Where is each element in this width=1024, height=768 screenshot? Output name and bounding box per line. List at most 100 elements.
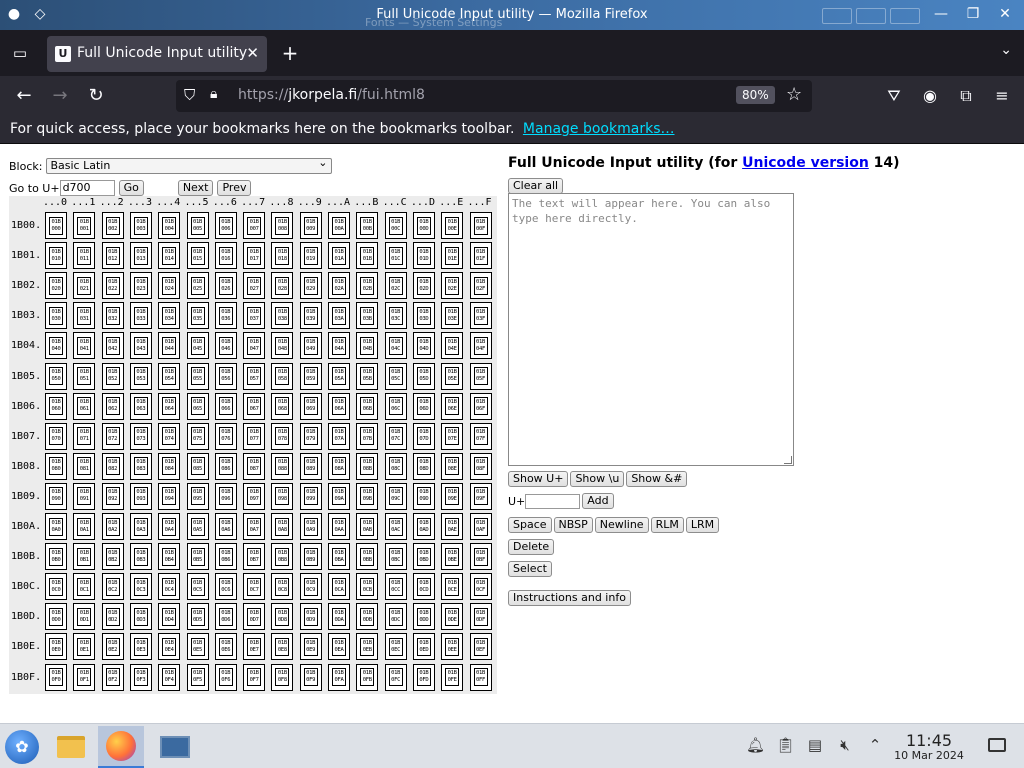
character-cell[interactable]: 01B 001 bbox=[73, 212, 96, 239]
character-cell[interactable]: 01B 0AC bbox=[384, 513, 407, 540]
character-cell[interactable]: 01B 0DC bbox=[384, 603, 407, 631]
character-cell[interactable]: 01B 05E bbox=[441, 362, 464, 390]
character-cell[interactable]: 01B 0E4 bbox=[158, 633, 181, 661]
character-cell[interactable]: 01B 05B bbox=[356, 362, 379, 390]
volume-muted-icon[interactable]: 🔇︎ bbox=[836, 736, 854, 754]
unicode-version-link[interactable]: Unicode version bbox=[742, 155, 869, 171]
character-cell[interactable]: 01B 086 bbox=[214, 452, 237, 480]
character-cell[interactable]: 01B 07C bbox=[384, 422, 407, 450]
character-cell[interactable]: 01B 047 bbox=[243, 332, 266, 360]
character-cell[interactable]: 01B 00B bbox=[356, 212, 379, 239]
character-cell[interactable]: 01B 0FB bbox=[356, 663, 379, 691]
character-cell[interactable]: 01B 08F bbox=[469, 452, 492, 480]
character-cell[interactable]: 01B 039 bbox=[299, 302, 322, 330]
character-cell[interactable]: 01B 035 bbox=[186, 302, 209, 330]
character-cell[interactable]: 01B 0E5 bbox=[186, 633, 209, 661]
character-cell[interactable]: 01B 028 bbox=[271, 272, 294, 300]
character-cell[interactable]: 01B 068 bbox=[271, 392, 294, 420]
clipboard-icon[interactable]: 📋︎ bbox=[776, 736, 795, 754]
character-cell[interactable]: 01B 02A bbox=[328, 272, 350, 300]
hamburger-menu-icon[interactable]: ≡ bbox=[990, 84, 1014, 108]
character-cell[interactable]: 01B 02E bbox=[441, 272, 464, 300]
character-cell[interactable]: 01B 04C bbox=[384, 332, 407, 360]
character-cell[interactable]: 01B 09D bbox=[412, 482, 435, 510]
character-cell[interactable]: 01B 0FE bbox=[441, 663, 464, 691]
character-cell[interactable]: 01B 0C9 bbox=[299, 573, 322, 601]
character-cell[interactable]: 01B 058 bbox=[271, 362, 294, 390]
character-cell[interactable]: 01B 0A6 bbox=[214, 513, 237, 540]
url-text[interactable]: https://jkorpela.fi/fui.html8 bbox=[238, 87, 425, 103]
character-cell[interactable]: 01B 044 bbox=[158, 332, 181, 360]
character-cell[interactable]: 01B 0FA bbox=[328, 663, 350, 691]
character-cell[interactable]: 01B 049 bbox=[299, 332, 322, 360]
character-cell[interactable]: 01B 099 bbox=[299, 482, 322, 510]
character-cell[interactable]: 01B 01F bbox=[469, 242, 492, 270]
character-cell[interactable]: 01B 0D5 bbox=[186, 603, 209, 631]
character-cell[interactable]: 01B 0A7 bbox=[243, 513, 266, 540]
character-cell[interactable]: 01B 046 bbox=[214, 332, 237, 360]
character-cell[interactable]: 01B 059 bbox=[299, 362, 322, 390]
character-cell[interactable]: 01B 0DF bbox=[469, 603, 492, 631]
character-cell[interactable]: 01B 0E3 bbox=[129, 633, 152, 661]
character-cell[interactable]: 01B 0B0 bbox=[45, 543, 67, 571]
character-cell[interactable]: 01B 0FC bbox=[384, 663, 407, 691]
character-cell[interactable]: 01B 015 bbox=[186, 242, 209, 270]
character-cell[interactable]: 01B 006 bbox=[214, 212, 237, 239]
rlm-button[interactable]: RLM bbox=[650, 517, 684, 533]
character-cell[interactable]: 01B 0B3 bbox=[129, 543, 152, 571]
character-cell[interactable]: 01B 0F2 bbox=[101, 663, 124, 691]
character-cell[interactable]: 01B 0C2 bbox=[101, 573, 124, 601]
character-cell[interactable]: 01B 0D1 bbox=[73, 603, 96, 631]
character-cell[interactable]: 01B 025 bbox=[186, 272, 209, 300]
character-cell[interactable]: 01B 079 bbox=[299, 422, 322, 450]
character-cell[interactable]: 01B 084 bbox=[158, 452, 181, 480]
character-cell[interactable]: 01B 0C0 bbox=[45, 573, 67, 601]
character-cell[interactable]: 01B 09B bbox=[356, 482, 379, 510]
character-cell[interactable]: 01B 022 bbox=[101, 272, 124, 300]
character-cell[interactable]: 01B 036 bbox=[214, 302, 237, 330]
character-cell[interactable]: 01B 07A bbox=[328, 422, 350, 450]
window-titlebar[interactable]: ● ◇ Fonts — System Settings Full Unicode… bbox=[0, 0, 1024, 30]
character-cell[interactable]: 01B 06B bbox=[356, 392, 379, 420]
character-cell[interactable]: 01B 0A8 bbox=[271, 513, 294, 540]
character-cell[interactable]: 01B 0B4 bbox=[158, 543, 181, 571]
character-cell[interactable]: 01B 00F bbox=[469, 212, 492, 239]
character-cell[interactable]: 01B 088 bbox=[271, 452, 294, 480]
character-cell[interactable]: 01B 0BC bbox=[384, 543, 407, 571]
character-cell[interactable]: 01B 070 bbox=[45, 422, 67, 450]
character-cell[interactable]: 01B 082 bbox=[101, 452, 124, 480]
block-select[interactable]: Basic Latin bbox=[46, 156, 333, 174]
character-cell[interactable]: 01B 010 bbox=[45, 242, 67, 270]
character-cell[interactable]: 01B 0E0 bbox=[45, 633, 67, 661]
character-cell[interactable]: 01B 09E bbox=[441, 482, 464, 510]
url-bar[interactable]: ⛉ 🔒︎ https://jkorpela.fi/fui.html8 80% ☆ bbox=[176, 80, 812, 112]
character-cell[interactable]: 01B 050 bbox=[45, 362, 67, 390]
character-cell[interactable]: 01B 00C bbox=[384, 212, 407, 239]
character-cell[interactable]: 01B 043 bbox=[129, 332, 152, 360]
character-cell[interactable]: 01B 0CD bbox=[412, 573, 435, 601]
character-cell[interactable]: 01B 078 bbox=[271, 422, 294, 450]
character-cell[interactable]: 01B 095 bbox=[186, 482, 209, 510]
character-cell[interactable]: 01B 091 bbox=[73, 482, 96, 510]
character-cell[interactable]: 01B 01C bbox=[384, 242, 407, 270]
character-cell[interactable]: 01B 090 bbox=[45, 482, 67, 510]
character-cell[interactable]: 01B 08B bbox=[356, 452, 379, 480]
character-cell[interactable]: 01B 011 bbox=[73, 242, 96, 270]
character-cell[interactable]: 01B 019 bbox=[299, 242, 322, 270]
character-cell[interactable]: 01B 020 bbox=[45, 272, 67, 300]
clear-all-button[interactable]: Clear all bbox=[508, 178, 564, 194]
character-cell[interactable]: 01B 003 bbox=[129, 212, 152, 239]
character-cell[interactable]: 01B 018 bbox=[271, 242, 294, 270]
character-cell[interactable]: 01B 037 bbox=[243, 302, 266, 330]
character-cell[interactable]: 01B 005 bbox=[186, 212, 209, 239]
character-cell[interactable]: 01B 038 bbox=[271, 302, 294, 330]
character-cell[interactable]: 01B 061 bbox=[73, 392, 96, 420]
character-cell[interactable]: 01B 0BE bbox=[441, 543, 464, 571]
character-cell[interactable]: 01B 09C bbox=[384, 482, 407, 510]
character-cell[interactable]: 01B 0A9 bbox=[299, 513, 322, 540]
character-cell[interactable]: 01B 07F bbox=[469, 422, 492, 450]
character-cell[interactable]: 01B 02F bbox=[469, 272, 492, 300]
show-desktop-icon[interactable] bbox=[988, 738, 1006, 752]
character-cell[interactable]: 01B 0AA bbox=[328, 513, 350, 540]
character-cell[interactable]: 01B 0F8 bbox=[271, 663, 294, 691]
